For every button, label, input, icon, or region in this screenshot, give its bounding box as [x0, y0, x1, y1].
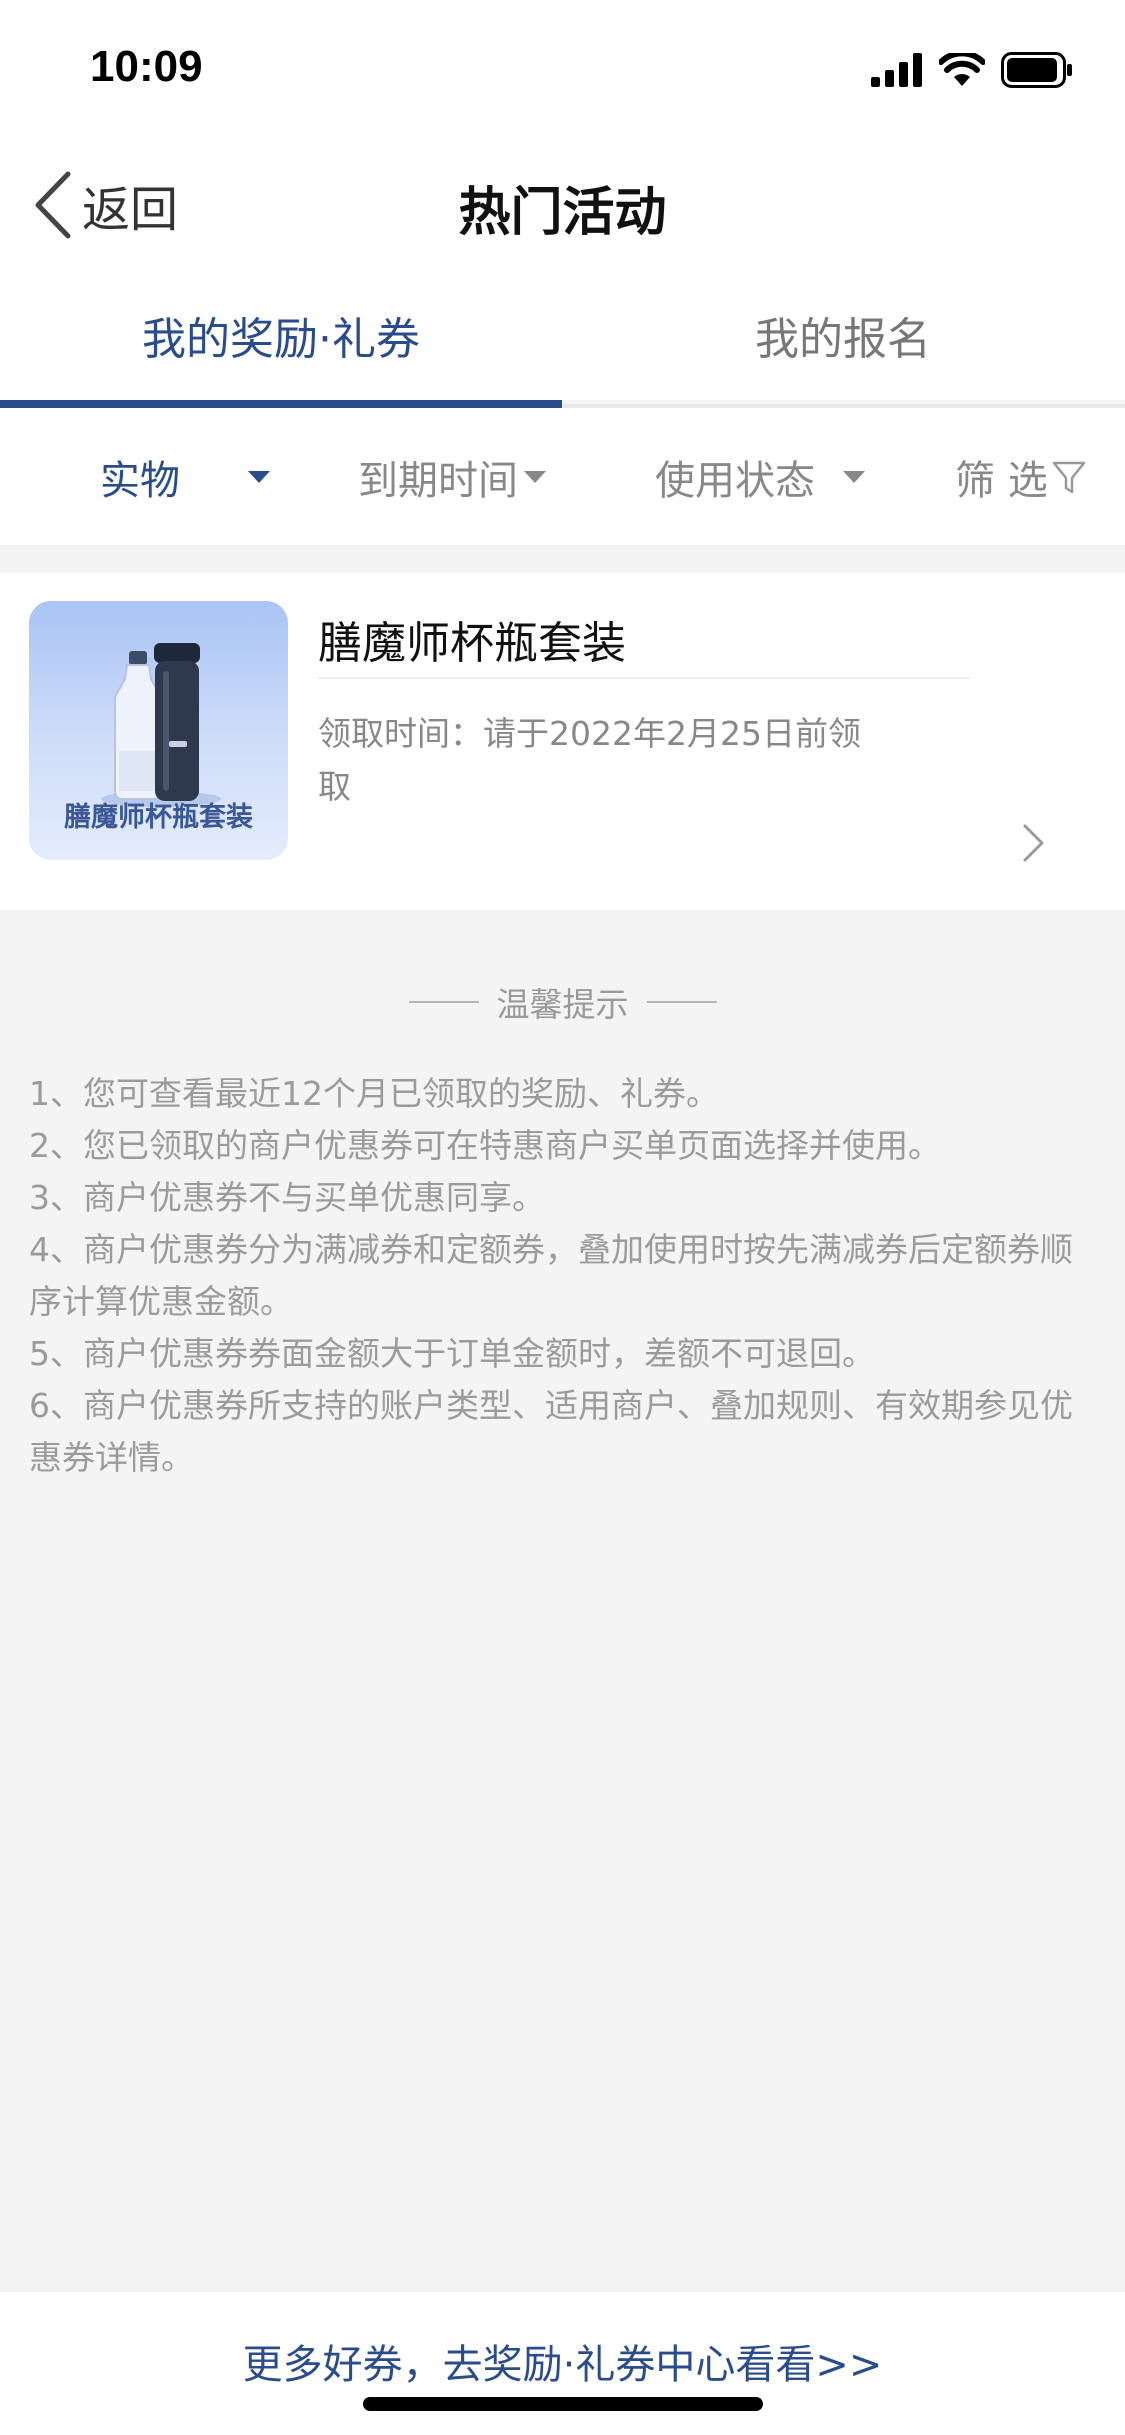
screen: 10:09 返回 热门活动 我的奖励·礼券 我的报名 实物 到期时间 使用状态 … — [0, 0, 1125, 2435]
page-title: 热门活动 — [458, 183, 667, 243]
filter-button-label: 筛 选 — [955, 457, 1048, 504]
reward-card[interactable]: 膳魔师杯瓶套装 膳魔师杯瓶套装 领取时间：请于2022年2月25日前领取 — [0, 573, 1125, 910]
status-bar: 10:09 — [0, 0, 1125, 140]
tab-my-registrations[interactable]: 我的报名 — [562, 270, 1124, 400]
reward-image: 膳魔师杯瓶套装 — [29, 601, 288, 860]
more-coupons-link[interactable]: 更多好券，去奖励·礼券中心看看>> — [0, 2332, 1125, 2390]
filter-category-dropdown[interactable]: 实物 — [100, 408, 270, 545]
filter-expiry-label: 到期时间 — [358, 457, 518, 504]
tips-list: 1、您可查看最近12个月已领取的奖励、礼券。 2、您已领取的商户优惠券可在特惠商… — [29, 1068, 1104, 1484]
filter-category-label: 实物 — [100, 457, 180, 504]
tips-heading-text: 温馨提示 — [496, 985, 629, 1024]
caret-down-icon — [524, 470, 546, 483]
chevron-right-icon — [1023, 824, 1044, 862]
tips-line-right — [646, 1001, 717, 1003]
tip-item: 6、商户优惠券所支持的账户类型、适用商户、叠加规则、有效期参见优惠券详情。 — [29, 1386, 1073, 1477]
reward-claim-time: 领取时间：请于2022年2月25日前领取 — [318, 714, 861, 806]
tips-line-left — [408, 1001, 479, 1003]
nav-bar: 返回 热门活动 — [0, 140, 1125, 270]
wifi-icon — [939, 53, 985, 86]
bottom-bar: 更多好券，去奖励·礼券中心看看>> — [0, 2292, 1125, 2435]
filter-status-label: 使用状态 — [655, 457, 815, 504]
reward-image-label: 膳魔师杯瓶套装 — [64, 802, 253, 833]
battery-icon — [1001, 52, 1072, 88]
tip-item: 5、商户优惠券券面金额大于订单金额时，差额不可退回。 — [29, 1334, 875, 1373]
filter-button[interactable]: 筛 选 — [955, 408, 1086, 545]
status-icons — [871, 50, 1073, 90]
caret-down-icon — [248, 470, 270, 483]
filter-status-dropdown[interactable]: 使用状态 — [655, 408, 865, 545]
active-tab-indicator — [0, 400, 562, 408]
reward-title: 膳魔师杯瓶套装 — [318, 618, 626, 669]
filter-expiry-dropdown[interactable]: 到期时间 — [358, 408, 546, 545]
caret-down-icon — [843, 470, 865, 483]
card-divider — [318, 677, 970, 679]
cellular-signal-icon — [871, 53, 922, 87]
tab-bar: 我的奖励·礼券 我的报名 — [0, 270, 1125, 400]
funnel-icon — [1052, 461, 1085, 493]
tip-item: 4、商户优惠券分为满减券和定额券，叠加使用时按先满减券后定额券顺序计算优惠金额。 — [29, 1230, 1073, 1321]
tip-item: 1、您可查看最近12个月已领取的奖励、礼券。 — [29, 1074, 719, 1113]
status-time: 10:09 — [90, 42, 203, 91]
home-indicator[interactable] — [363, 2397, 763, 2411]
tips-heading: 温馨提示 — [0, 980, 1125, 1024]
filter-bar: 实物 到期时间 使用状态 筛 选 — [0, 408, 1125, 545]
tip-item: 3、商户优惠券不与买单优惠同享。 — [29, 1178, 545, 1217]
tip-item: 2、您已领取的商户优惠券可在特惠商户买单页面选择并使用。 — [29, 1126, 941, 1165]
tab-my-rewards[interactable]: 我的奖励·礼券 — [0, 270, 562, 400]
